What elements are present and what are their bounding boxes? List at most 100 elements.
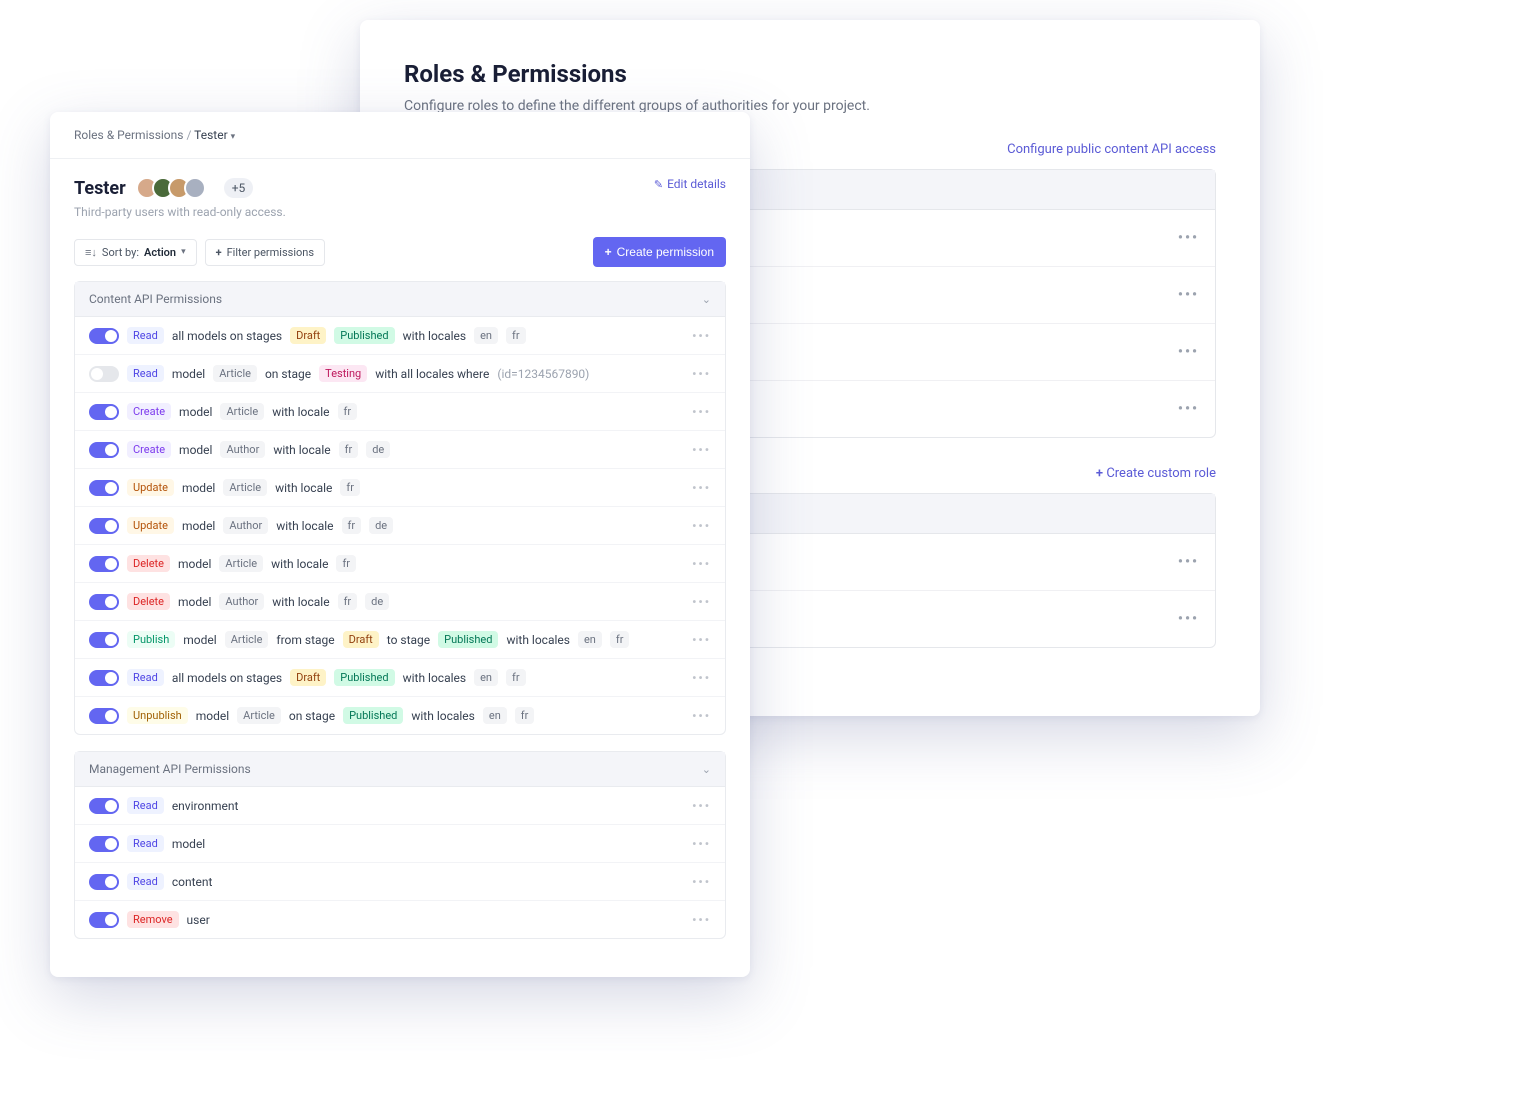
edit-details-button[interactable]: ✎ Edit details	[654, 177, 726, 191]
row-actions-button[interactable]: •••	[1178, 554, 1199, 570]
model-pill: Author	[220, 441, 265, 458]
locale-pill: fr	[340, 479, 360, 496]
action-pill: Read	[127, 797, 164, 814]
action-pill: Read	[127, 327, 164, 344]
locale-pill: de	[365, 593, 389, 610]
locale-pill: en	[474, 327, 498, 344]
permission-row: UnpublishmodelArticleon stagePublishedwi…	[75, 697, 725, 734]
row-actions-button[interactable]: •••	[1178, 344, 1199, 360]
row-actions-button[interactable]: •••	[692, 443, 711, 457]
row-actions-button[interactable]: •••	[1178, 230, 1199, 246]
chevron-down-icon: ⌄	[702, 763, 711, 776]
permission-row: CreatemodelArticlewith localefr•••	[75, 393, 725, 431]
row-actions-button[interactable]: •••	[692, 837, 711, 851]
section-header[interactable]: Management API Permissions ⌄	[75, 752, 725, 787]
permission-text: with locale	[271, 557, 328, 571]
action-pill: Read	[127, 365, 164, 382]
toggle-switch[interactable]	[89, 442, 119, 458]
row-actions-button[interactable]: •••	[692, 405, 711, 419]
action-pill: Create	[127, 403, 171, 420]
locale-pill: fr	[339, 441, 359, 458]
section-title: Management API Permissions	[89, 762, 251, 776]
permission-text: with locales	[403, 671, 467, 685]
toggle-switch[interactable]	[89, 798, 119, 814]
row-actions-button[interactable]: •••	[692, 367, 711, 381]
permission-text: with all locales where	[375, 367, 489, 381]
permission-row: Removeuser•••	[75, 901, 725, 938]
role-members-more[interactable]: +5	[224, 178, 254, 198]
permission-text: model	[178, 557, 211, 571]
role-description: Third-party users with read-only access.	[50, 205, 750, 237]
role-title: Tester	[74, 178, 126, 199]
permission-text: with locales	[506, 633, 570, 647]
row-actions-button[interactable]: •••	[692, 519, 711, 533]
row-actions-button[interactable]: •••	[692, 799, 711, 813]
sort-icon: ≡↓	[85, 246, 97, 259]
toggle-switch[interactable]	[89, 708, 119, 724]
permission-row: ReadmodelArticleon stageTestingwith all …	[75, 355, 725, 393]
model-pill: Author	[219, 593, 264, 610]
row-actions-button[interactable]: •••	[1178, 611, 1199, 627]
toggle-switch[interactable]	[89, 518, 119, 534]
row-actions-button[interactable]: •••	[692, 595, 711, 609]
toggle-switch[interactable]	[89, 556, 119, 572]
toggle-switch[interactable]	[89, 632, 119, 648]
row-actions-button[interactable]: •••	[1178, 287, 1199, 303]
action-pill: Publish	[127, 631, 175, 648]
permission-text: to stage	[387, 633, 430, 647]
breadcrumb-current: Tester	[194, 128, 228, 142]
permission-row: Readall models on stagesDraftPublishedwi…	[75, 317, 725, 355]
toggle-switch[interactable]	[89, 328, 119, 344]
row-actions-button[interactable]: •••	[692, 671, 711, 685]
plus-icon: +	[216, 246, 222, 259]
section-header[interactable]: Content API Permissions⌄	[75, 282, 725, 317]
action-pill: Read	[127, 669, 164, 686]
filter-permissions-button[interactable]: + Filter permissions	[205, 239, 325, 266]
row-actions-button[interactable]: •••	[692, 913, 711, 927]
toggle-switch[interactable]	[89, 836, 119, 852]
toggle-switch[interactable]	[89, 670, 119, 686]
row-actions-button[interactable]: •••	[692, 633, 711, 647]
locale-pill: fr	[342, 517, 362, 534]
permissions-section: Content API Permissions⌄ Read all models o…	[74, 281, 726, 735]
permission-row: Readmodel•••	[75, 825, 725, 863]
toggle-switch[interactable]	[89, 480, 119, 496]
permission-text: model	[179, 443, 212, 457]
toggle-switch[interactable]	[89, 912, 119, 928]
stage-pill: Testing	[319, 365, 367, 382]
permission-text: with locale	[275, 481, 332, 495]
breadcrumb-root[interactable]: Roles & Permissions	[74, 128, 183, 142]
create-permission-button[interactable]: + Create permission	[593, 237, 726, 267]
row-actions-button[interactable]: •••	[692, 875, 711, 889]
row-actions-button[interactable]: •••	[692, 709, 711, 723]
permissions-section: Management API Permissions⌄Readenvironme…	[74, 751, 726, 939]
section-title: Content API Permissions	[89, 292, 222, 306]
row-actions-button[interactable]: •••	[692, 481, 711, 495]
row-actions-button[interactable]: •••	[1178, 401, 1199, 417]
row-actions-button[interactable]: •••	[692, 557, 711, 571]
sort-by-button[interactable]: ≡↓ Sort by: Action ▾	[74, 239, 197, 266]
role-detail-card: Roles & Permissions / Tester ▾ Tester +5…	[50, 112, 750, 977]
permission-text: model	[172, 837, 205, 851]
permission-text: with locales	[411, 709, 475, 723]
stage-pill: Draft	[290, 669, 326, 686]
model-pill: Article	[219, 555, 263, 572]
permission-text: model	[196, 709, 229, 723]
permission-text: on stage	[265, 367, 311, 381]
action-pill: Remove	[127, 911, 179, 928]
chevron-down-icon[interactable]: ▾	[231, 132, 236, 142]
toggle-switch[interactable]	[89, 874, 119, 890]
model-pill: Article	[220, 403, 264, 420]
permission-text: all models on stages	[172, 329, 282, 343]
locale-pill: en	[474, 669, 498, 686]
toggle-switch[interactable]	[89, 366, 119, 382]
action-pill: Delete	[127, 593, 170, 610]
action-pill: Update	[127, 479, 174, 496]
permission-row: DeletemodelAuthorwith localefrde•••	[75, 583, 725, 621]
toggle-switch[interactable]	[89, 404, 119, 420]
stage-pill: Published	[438, 631, 498, 648]
permission-text: with locales	[403, 329, 467, 343]
permission-row: PublishmodelArticlefrom stageDraftto sta…	[75, 621, 725, 659]
row-actions-button[interactable]: •••	[692, 329, 711, 343]
toggle-switch[interactable]	[89, 594, 119, 610]
